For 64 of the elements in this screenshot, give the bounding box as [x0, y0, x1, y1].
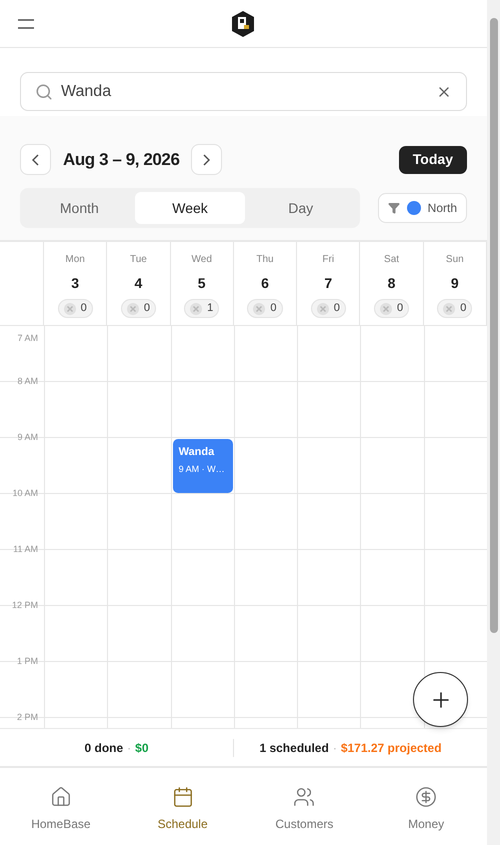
time-label: 10 AM	[12, 487, 38, 500]
day-number: 6	[261, 274, 269, 293]
nav-tab[interactable]: Customers	[244, 768, 366, 845]
search-field[interactable]: Wanda	[20, 72, 467, 111]
nav-tab[interactable]: Money	[365, 768, 487, 845]
separator-dot: ·	[332, 740, 337, 756]
nav-tab[interactable]: Schedule	[122, 768, 244, 845]
day-number: 4	[134, 274, 142, 293]
job-count-badge: 0	[120, 299, 156, 318]
people-icon	[293, 786, 316, 808]
weekday-label: Thu	[256, 253, 274, 267]
scrollbar[interactable]	[487, 0, 500, 845]
weekday-label: Tue	[130, 253, 147, 267]
job-count-badge: 0	[310, 299, 346, 318]
projected-amount: $171.27 projected	[340, 740, 442, 756]
search-input[interactable]: Wanda	[61, 80, 428, 104]
time-label: 12 PM	[12, 599, 38, 612]
scheduled-count: 1 scheduled	[259, 740, 329, 756]
day-number: 5	[198, 274, 206, 293]
weekday-label: Mon	[65, 253, 85, 267]
chevron-right-icon	[203, 154, 210, 166]
weekday-label: Sun	[446, 253, 464, 267]
search-icon	[35, 82, 53, 100]
event-title: Wanda	[178, 445, 216, 460]
view-tab[interactable]: Month	[24, 192, 135, 224]
weekday-label: Sat	[384, 253, 400, 267]
done-amount: $0	[135, 740, 149, 756]
previous-button[interactable]	[20, 144, 51, 175]
filter-icon	[388, 202, 400, 214]
job-count-badge: 1	[184, 299, 220, 318]
job-count-badge: 0	[247, 299, 283, 318]
time-label: 11 AM	[13, 543, 38, 556]
time-label: 7 AM	[17, 332, 38, 345]
weekday-label: Wed	[192, 253, 212, 267]
dollar-icon	[415, 786, 438, 808]
job-count-badge: 0	[437, 299, 472, 318]
day-number: 9	[450, 274, 459, 293]
calendar-icon	[172, 786, 194, 808]
day-number: 3	[71, 274, 80, 293]
view-tab[interactable]: Day	[245, 192, 356, 224]
view-tab[interactable]: Week	[134, 192, 246, 224]
chevron-left-icon	[32, 154, 39, 166]
next-button[interactable]	[191, 144, 222, 175]
nav-tab[interactable]: HomeBase	[0, 768, 122, 845]
today-button[interactable]: Today	[398, 146, 467, 174]
separator-dot: ·	[127, 740, 132, 756]
menu-icon[interactable]	[18, 18, 34, 28]
weekday-label: Fri	[322, 253, 334, 267]
event-card[interactable]: Wanda 9 AM · W…	[172, 439, 233, 493]
time-label: 8 AM	[17, 375, 38, 388]
job-count-badge: 0	[374, 299, 410, 318]
job-count-badge: 0	[58, 299, 93, 318]
event-time: 9 AM · W…	[178, 462, 226, 476]
logo-icon	[230, 10, 256, 38]
region-filter[interactable]: North	[378, 193, 467, 223]
time-label: 2 PM	[16, 711, 38, 724]
day-number: 8	[388, 274, 396, 293]
day-number: 7	[324, 274, 332, 293]
time-label: 1 PM	[16, 655, 38, 668]
date-range-title: Aug 3 – 9, 2026	[63, 148, 180, 171]
time-label: 9 AM	[17, 431, 38, 444]
done-count: 0 done	[84, 740, 124, 756]
house-icon	[50, 786, 72, 808]
add-button[interactable]	[413, 672, 468, 727]
